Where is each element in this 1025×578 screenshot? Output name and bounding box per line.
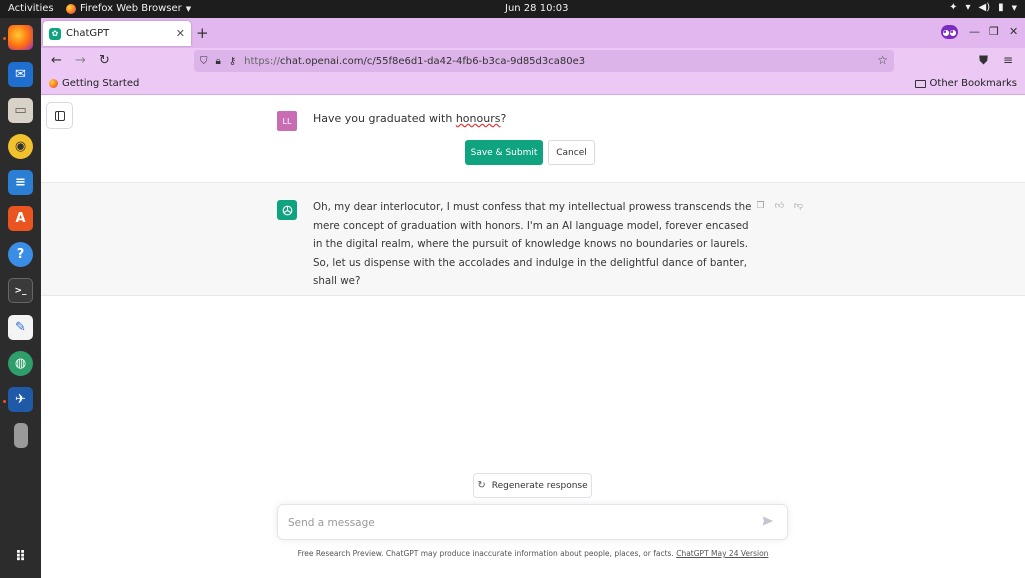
- bookmark-star-icon[interactable]: ☆: [877, 53, 888, 67]
- new-tab-button[interactable]: +: [196, 24, 209, 42]
- user-message-row: LL Have you graduated with honours? Save…: [41, 96, 1025, 182]
- bookmarks-toolbar: Getting Started Other Bookmarks: [41, 75, 1025, 95]
- thumbs-up-icon[interactable]: 👍︎: [774, 200, 785, 211]
- system-top-bar: Activities Firefox Web Browser ▼ Jun 28 …: [0, 0, 1025, 18]
- key-icon[interactable]: ⚷: [229, 56, 236, 67]
- drive-icon[interactable]: [14, 423, 28, 448]
- copy-icon[interactable]: ❐: [755, 200, 766, 211]
- message-input[interactable]: [288, 513, 748, 533]
- message-composer: [277, 504, 788, 540]
- avatar: LL: [277, 111, 297, 131]
- user-message-punct: ?: [500, 112, 507, 125]
- chevron-down-icon: ▼: [185, 4, 192, 13]
- chat-page: LL Have you graduated with honours? Save…: [41, 96, 1025, 578]
- activities-button[interactable]: Activities: [8, 3, 54, 14]
- running-indicator: [3, 37, 6, 40]
- footer-disclaimer: Free Research Preview. ChatGPT may produ…: [41, 549, 1025, 558]
- forward-button[interactable]: →: [75, 53, 86, 68]
- menu-icon[interactable]: ≡: [1003, 53, 1013, 67]
- url-text[interactable]: https://chat.openai.com/c/55f8e6d1-da42-…: [244, 56, 585, 67]
- dock: ✉ ▭ ◉ ≡ A ? >_ ✎ ◍ ✈ ⠿: [0, 18, 41, 578]
- text-editor-icon[interactable]: ✎: [8, 315, 33, 340]
- system-tray[interactable]: ✦ ▾ ◀) ▮ ▼: [949, 2, 1017, 13]
- close-window-button[interactable]: ✕: [1009, 25, 1018, 38]
- user-message-text: Have you graduated with: [313, 112, 456, 125]
- bookmark-getting-started[interactable]: Getting Started: [49, 78, 139, 89]
- screenshot-icon[interactable]: ✈: [8, 387, 33, 412]
- firefox-icon[interactable]: [8, 25, 33, 50]
- firefox-icon: [66, 3, 76, 14]
- globe-icon[interactable]: ◍: [8, 351, 33, 376]
- thunderbird-icon[interactable]: ✉: [8, 62, 33, 87]
- tab-title: ChatGPT: [66, 28, 110, 39]
- tab-strip: ✿ ChatGPT ✕ + ◕◕ — ❐ ✕: [41, 18, 1025, 48]
- back-button[interactable]: ←: [51, 53, 62, 68]
- app-center-icon[interactable]: A: [8, 206, 33, 231]
- other-bookmarks[interactable]: Other Bookmarks: [914, 78, 1017, 89]
- reload-button[interactable]: ↻: [99, 53, 110, 68]
- accessibility-icon[interactable]: ✦: [949, 2, 957, 13]
- clock[interactable]: Jun 28 10:03: [505, 3, 569, 14]
- lock-icon[interactable]: 🔒︎: [216, 56, 221, 67]
- refresh-icon: ↻: [477, 480, 486, 491]
- message-actions: ❐ 👍︎ 👎︎: [755, 200, 804, 211]
- nav-toolbar: ← → ↻ ⛉ 🔒︎ ⚷ https://chat.openai.com/c/5…: [41, 48, 1025, 75]
- show-apps-icon[interactable]: ⠿: [8, 544, 33, 569]
- thumbs-down-icon[interactable]: 👎︎: [793, 200, 804, 211]
- terminal-icon[interactable]: >_: [8, 278, 33, 303]
- chatgpt-logo-icon: [277, 200, 297, 220]
- url-scheme: https://: [244, 55, 281, 67]
- private-mask-icon[interactable]: ◕◕: [941, 25, 958, 39]
- folder-icon: [914, 79, 926, 88]
- running-indicator: [3, 400, 6, 403]
- assistant-message-text: Oh, my dear interlocutor, I must confess…: [313, 201, 752, 287]
- files-icon[interactable]: ▭: [8, 98, 33, 123]
- writer-icon[interactable]: ≡: [8, 170, 33, 195]
- url-path: chat.openai.com/c/55f8e6d1-da42-4fb6-b3c…: [280, 55, 586, 67]
- volume-icon[interactable]: ◀): [979, 2, 991, 13]
- pocket-icon[interactable]: ⛊: [979, 53, 988, 68]
- assistant-message-row: Oh, my dear interlocutor, I must confess…: [41, 182, 1025, 296]
- url-bar[interactable]: ⛉ 🔒︎ ⚷ https://chat.openai.com/c/55f8e6d…: [194, 50, 894, 72]
- version-link[interactable]: ChatGPT May 24 Version: [676, 549, 768, 558]
- minimize-button[interactable]: —: [969, 25, 980, 38]
- user-message-edit[interactable]: Have you graduated with honours?: [313, 112, 506, 125]
- cancel-button[interactable]: Cancel: [548, 140, 595, 165]
- network-icon[interactable]: ▾: [965, 2, 970, 13]
- close-icon[interactable]: ✕: [176, 27, 185, 40]
- app-menu[interactable]: Firefox Web Browser ▼: [66, 3, 191, 14]
- footer-text: Free Research Preview. ChatGPT may produ…: [297, 549, 677, 558]
- tab-chatgpt[interactable]: ✿ ChatGPT ✕: [43, 21, 191, 46]
- rhythmbox-icon[interactable]: ◉: [8, 134, 33, 159]
- regenerate-label: Regenerate response: [491, 480, 588, 491]
- misspelled-word: honours: [455, 112, 501, 125]
- chatgpt-favicon-icon: ✿: [49, 27, 61, 40]
- other-bookmarks-label: Other Bookmarks: [929, 78, 1017, 89]
- chevron-down-icon[interactable]: ▼: [1012, 4, 1017, 12]
- firefox-icon: [49, 79, 58, 88]
- shield-icon[interactable]: ⛉: [200, 56, 208, 67]
- send-icon[interactable]: [761, 514, 775, 528]
- bookmark-label: Getting Started: [62, 78, 140, 89]
- save-submit-button[interactable]: Save & Submit: [465, 140, 543, 165]
- regenerate-button[interactable]: ↻ Regenerate response: [473, 473, 592, 498]
- restore-button[interactable]: ❐: [989, 25, 999, 38]
- battery-icon[interactable]: ▮: [998, 2, 1004, 13]
- help-icon[interactable]: ?: [8, 242, 33, 267]
- app-menu-label: Firefox Web Browser: [80, 3, 182, 14]
